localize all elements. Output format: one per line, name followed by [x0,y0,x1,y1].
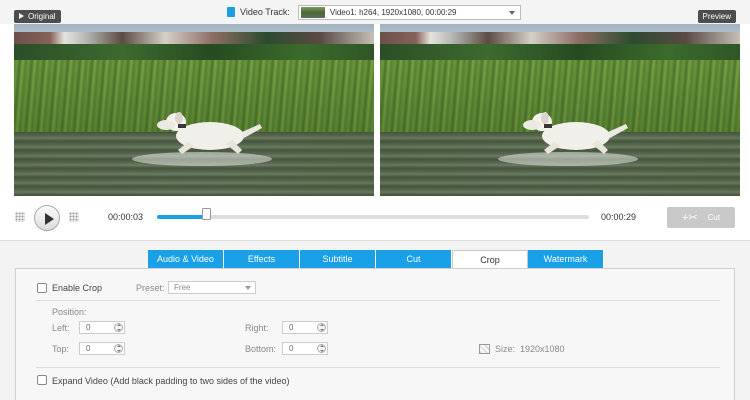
top-input[interactable]: 0 [79,342,125,355]
right-value: 0 [289,323,294,332]
preview-label: Preview [697,10,736,23]
original-video-pane [14,24,374,196]
size-icon [479,344,490,354]
cut-button[interactable]: +✂ Cut [667,207,735,228]
play-small-icon [19,13,24,19]
original-label-text: Original [28,12,56,21]
video-frame [14,24,374,196]
top-label: Top: [52,344,70,354]
right-input[interactable]: 0 [282,321,328,334]
video-thumbnail [300,6,325,18]
total-time: 00:00:29 [601,212,637,222]
bottom-value: 0 [289,344,294,353]
crop-settings: Enable Crop Preset: Free Position: Left:… [15,268,735,400]
seek-bar[interactable] [157,208,589,220]
chevron-down-icon [508,10,515,15]
play-button[interactable] [34,205,60,231]
tab-bar: Audio & Video Effects Subtitle Cut Crop … [148,250,604,268]
current-time: 00:00:03 [108,212,144,222]
left-value: 0 [86,323,91,332]
preview-video-pane [380,24,740,196]
tab-audio-video[interactable]: Audio & Video [148,250,224,268]
spinner-icon[interactable] [317,344,326,353]
expand-video-label: Expand Video (Add black padding to two s… [52,376,290,386]
expand-video-checkbox[interactable] [37,375,47,385]
size-label: Size: [495,344,516,354]
enable-crop-label: Enable Crop [52,283,103,293]
tab-watermark[interactable]: Watermark [528,250,604,268]
spinner-icon[interactable] [114,344,123,353]
settings-panel: Audio & Video Effects Subtitle Cut Crop … [0,240,750,400]
play-icon [45,213,54,225]
preset-label: Preset: [136,283,165,293]
video-track-label: Video Track: [240,7,290,17]
cut-button-label: Cut [707,213,721,222]
tab-subtitle[interactable]: Subtitle [300,250,376,268]
size-value: 1920x1080 [520,344,565,354]
preset-value: Free [174,283,191,292]
bottom-input[interactable]: 0 [282,342,328,355]
scissors-icon: +✂ [681,212,698,224]
spinner-icon[interactable] [317,323,326,332]
enable-crop-checkbox[interactable] [37,283,47,293]
seek-handle[interactable] [201,208,211,220]
top-value: 0 [86,344,91,353]
playback-bar: 00:00:03 00:00:29 +✂ Cut [0,198,750,238]
original-label: Original [14,10,61,23]
dog-in-water [523,112,628,154]
video-track-selector: Video Track: Video1: h264, 1920x1080, 00… [227,4,521,20]
seek-bar-progress [157,215,207,219]
video-frame [380,24,740,196]
tab-crop[interactable]: Crop [452,250,528,268]
right-label: Right: [245,323,269,333]
position-label: Position: [52,307,87,317]
video-track-value: Video1: h264, 1920x1080, 00:00:29 [329,7,457,17]
spinner-icon[interactable] [114,323,123,332]
tab-cut[interactable]: Cut [376,250,452,268]
film-icon [227,7,235,17]
divider [36,367,720,368]
tab-effects[interactable]: Effects [224,250,300,268]
left-input[interactable]: 0 [79,321,125,334]
dog-in-water [157,112,262,154]
top-bar: Original Video Track: Video1: h264, 1920… [0,0,750,24]
bottom-label: Bottom: [245,344,277,354]
preset-dropdown[interactable]: Free [168,281,256,294]
divider [36,300,720,301]
video-track-dropdown[interactable]: Video1: h264, 1920x1080, 00:00:29 [297,4,521,20]
drag-grip-icon[interactable] [15,212,25,222]
left-label: Left: [52,323,70,333]
drag-grip-icon[interactable] [69,212,79,222]
chevron-down-icon [245,286,251,290]
